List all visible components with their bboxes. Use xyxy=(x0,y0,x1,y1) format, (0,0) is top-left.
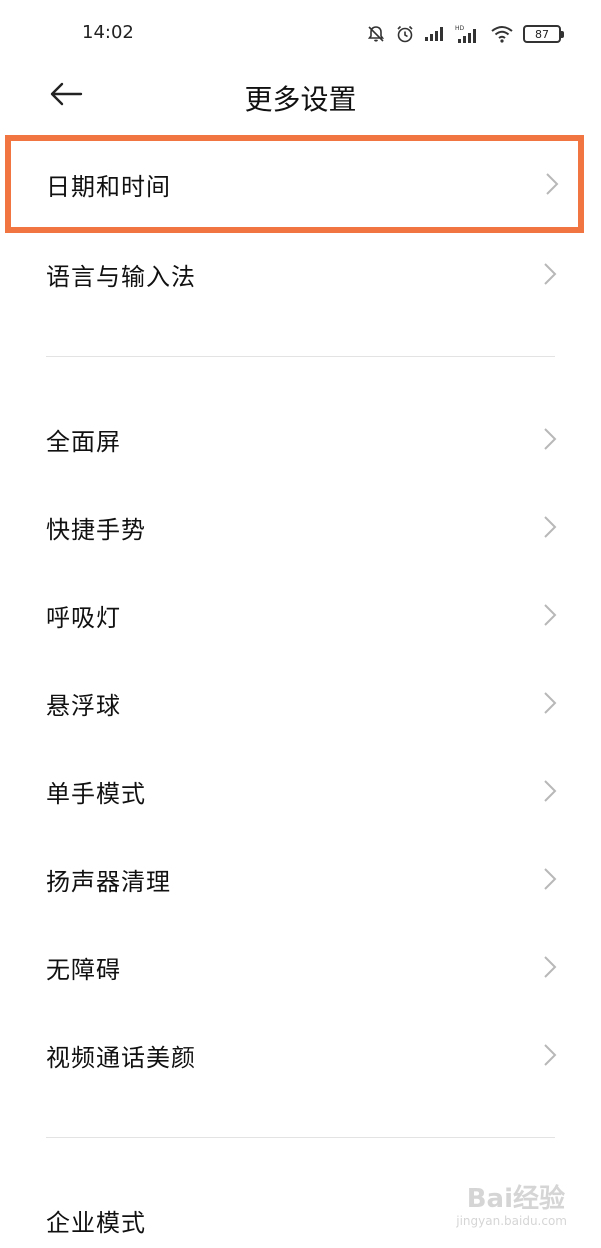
section-divider xyxy=(46,356,555,357)
row-label: 单手模式 xyxy=(46,779,146,808)
row-label: 企业模式 xyxy=(46,1208,146,1237)
baidu-watermark: Bai经验 jingyan.baidu.com xyxy=(453,1174,573,1230)
hd-signal-icon: HD xyxy=(455,24,481,44)
row-label: 扬声器清理 xyxy=(46,867,171,896)
row-floating-ball[interactable]: 悬浮球 xyxy=(0,659,601,747)
row-one-handed-mode[interactable]: 单手模式 xyxy=(0,747,601,835)
chevron-right-icon xyxy=(544,516,557,538)
settings-list: 日期和时间 语言与输入法 全面屏 快捷手势 呼吸灯 悬浮球 单手模式 扬声器清理… xyxy=(0,135,601,1248)
row-full-screen[interactable]: 全面屏 xyxy=(0,395,601,483)
chevron-right-icon xyxy=(544,428,557,450)
svg-text:HD: HD xyxy=(455,25,465,32)
battery-icon: 87 xyxy=(523,25,564,43)
chevron-right-icon xyxy=(544,692,557,714)
row-label: 语言与输入法 xyxy=(46,262,196,291)
header: 更多设置 xyxy=(0,66,601,126)
watermark-brand: Bai经验 xyxy=(466,1184,565,1214)
row-label: 呼吸灯 xyxy=(46,603,121,632)
chevron-right-icon xyxy=(544,780,557,802)
chevron-right-icon xyxy=(544,868,557,890)
status-bar: 14:02 HD 87 xyxy=(0,0,601,66)
row-label: 全面屏 xyxy=(46,427,121,456)
page-title: 更多设置 xyxy=(244,83,357,116)
row-label: 悬浮球 xyxy=(46,691,121,720)
signal-icon xyxy=(424,26,446,42)
chevron-right-icon xyxy=(544,1044,557,1066)
row-label: 视频通话美颜 xyxy=(46,1043,196,1072)
row-language-input[interactable]: 语言与输入法 xyxy=(0,230,601,318)
alarm-icon xyxy=(395,24,415,44)
mute-bell-icon xyxy=(366,24,386,44)
row-label: 日期和时间 xyxy=(46,172,171,201)
watermark-url: jingyan.baidu.com xyxy=(456,1214,567,1228)
row-label: 快捷手势 xyxy=(46,515,146,544)
section-divider xyxy=(46,1137,555,1138)
row-speaker-cleaner[interactable]: 扬声器清理 xyxy=(0,835,601,923)
chevron-right-icon xyxy=(546,173,559,195)
chevron-right-icon xyxy=(544,604,557,626)
battery-level: 87 xyxy=(535,27,549,41)
status-icons: HD 87 xyxy=(366,20,564,48)
status-time: 14:02 xyxy=(82,22,134,43)
row-notification-light[interactable]: 呼吸灯 xyxy=(0,571,601,659)
row-quick-gestures[interactable]: 快捷手势 xyxy=(0,483,601,571)
row-label: 无障碍 xyxy=(46,955,121,984)
row-video-call-beauty[interactable]: 视频通话美颜 xyxy=(0,1011,601,1099)
row-date-time[interactable]: 日期和时间 xyxy=(5,135,584,233)
wifi-icon xyxy=(490,25,514,43)
chevron-right-icon xyxy=(544,956,557,978)
chevron-right-icon xyxy=(544,263,557,285)
row-accessibility[interactable]: 无障碍 xyxy=(0,923,601,1011)
